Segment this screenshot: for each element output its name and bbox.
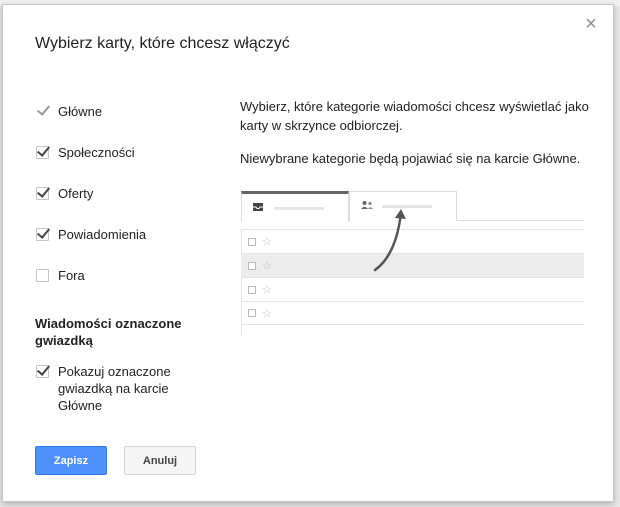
category-label: Główne [58, 103, 103, 119]
row-checkbox-icon [248, 285, 256, 294]
tab-placeholder-line [274, 207, 324, 210]
description-text: Wybierz, które kategorie wiadomości chce… [240, 99, 589, 133]
close-icon[interactable]: × [582, 14, 600, 34]
category-option-promotions[interactable]: Oferty [36, 183, 93, 203]
checkbox-primary [36, 104, 49, 118]
category-label: Oferty [58, 185, 94, 201]
dialog-title: Wybierz karty, które chcesz włączyć [35, 35, 290, 52]
preview-tab-primary [241, 191, 349, 222]
preview-row: ☆ [241, 277, 584, 301]
checkbox-promotions[interactable] [36, 186, 49, 200]
category-option-forums[interactable]: Fora [36, 265, 85, 285]
row-checkbox-icon [248, 237, 256, 246]
checkbox-social[interactable] [36, 145, 49, 159]
row-checkbox-icon [248, 261, 256, 270]
starred-option-label: Pokazuj oznaczone gwiazdką na karcie Głó… [58, 364, 171, 413]
drag-arrow-icon [373, 209, 406, 272]
starred-option[interactable]: Pokazuj oznaczone gwiazdką na karcie Głó… [36, 363, 178, 414]
star-icon: ☆ [262, 236, 272, 248]
row-checkbox-icon [248, 309, 256, 317]
preview-row: ☆ [241, 301, 584, 325]
cancel-button[interactable]: Anuluj [124, 446, 196, 475]
checkbox-updates[interactable] [36, 227, 49, 241]
checkbox-starred[interactable] [36, 365, 49, 378]
inbox-icon [253, 203, 263, 211]
save-button[interactable]: Zapisz [35, 446, 107, 475]
category-option-social[interactable]: Społeczności [36, 142, 135, 162]
star-icon: ☆ [262, 284, 272, 296]
category-option-updates[interactable]: Powiadomienia [36, 224, 146, 244]
checkbox-forums[interactable] [36, 268, 49, 282]
category-label: Fora [58, 267, 85, 283]
star-icon: ☆ [262, 260, 272, 272]
tabs-preview-illustration: ☆ ☆ ☆ ☆ [241, 191, 584, 336]
category-label: Społeczności [58, 144, 135, 160]
category-label: Powiadomienia [58, 226, 147, 242]
starred-section-title: Wiadomości oznaczone gwiazdką [35, 316, 182, 348]
description-note: Niewybrane kategorie będą pojawiać się n… [240, 151, 581, 166]
configure-tabs-dialog: × Wybierz karty, które chcesz włączyć Gł… [2, 4, 614, 502]
category-option-primary[interactable]: Główne [36, 101, 102, 121]
star-icon: ☆ [262, 307, 272, 320]
